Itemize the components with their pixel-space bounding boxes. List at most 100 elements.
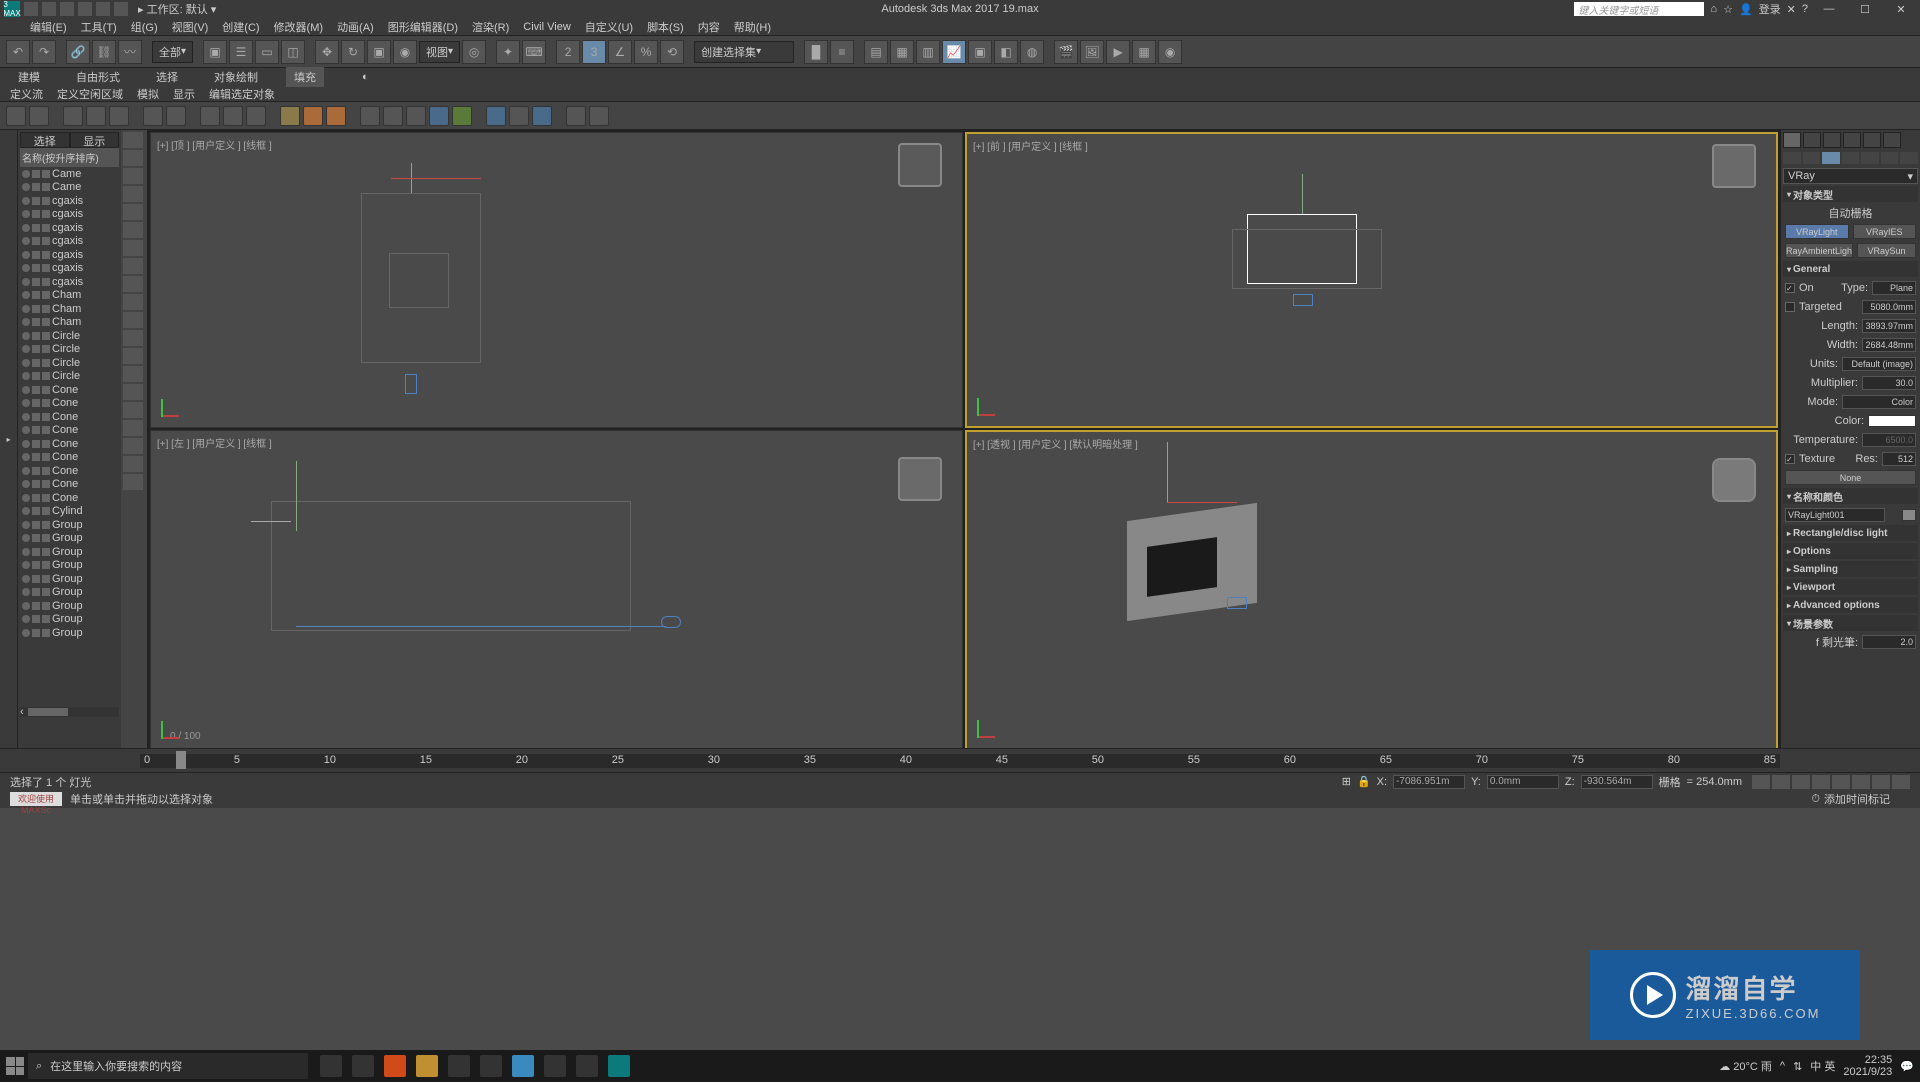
scene-tool-icon[interactable] xyxy=(123,294,143,310)
menu-content[interactable]: 内容 xyxy=(698,19,720,35)
viewport-label[interactable]: [+] [前 ] [用户定义 ] [线框 ] xyxy=(973,138,1088,153)
menu-civilview[interactable]: Civil View xyxy=(523,21,570,33)
helpers-subtab-icon[interactable] xyxy=(1861,152,1879,164)
texture-none-button[interactable]: None xyxy=(1785,470,1916,485)
st-icon-2[interactable] xyxy=(29,106,49,126)
st-icon-17[interactable] xyxy=(429,106,449,126)
scene-item[interactable]: Group xyxy=(20,545,119,559)
scene-item[interactable]: Cham xyxy=(20,289,119,303)
scene-item[interactable]: Cone xyxy=(20,437,119,451)
viewcube-icon[interactable] xyxy=(898,143,942,187)
scene-item[interactable]: Cone xyxy=(20,451,119,465)
app-icon[interactable]: 3 MAX xyxy=(4,1,20,17)
viewport-front[interactable]: [+] [前 ] [用户定义 ] [线框 ] xyxy=(965,132,1778,428)
vrayies-button[interactable]: VRayIES xyxy=(1853,224,1917,239)
menu-customize[interactable]: 自定义(U) xyxy=(585,19,633,35)
viewcube-icon[interactable] xyxy=(1712,144,1756,188)
section-scene-param[interactable]: 场景参数 xyxy=(1783,615,1918,631)
scene-item[interactable]: Cone xyxy=(20,478,119,492)
category-dropdown[interactable]: VRay▾ xyxy=(1783,168,1918,184)
selection-filter[interactable]: 全部 ▾ xyxy=(152,41,193,63)
infocenter-icon[interactable]: ⌂ xyxy=(1710,3,1717,15)
st-icon-22[interactable] xyxy=(566,106,586,126)
nav-icon[interactable] xyxy=(1892,775,1910,789)
move-icon[interactable]: ✥ xyxy=(315,40,339,64)
menu-rendering[interactable]: 渲染(R) xyxy=(472,19,509,35)
texture-checkbox[interactable] xyxy=(1785,454,1795,464)
viewport-perspective[interactable]: [+] [透视 ] [用户定义 ] [默认明暗处理 ] xyxy=(965,430,1778,750)
scale-icon[interactable]: ▣ xyxy=(367,40,391,64)
st-icon-7[interactable] xyxy=(166,106,186,126)
menu-edit[interactable]: 编辑(E) xyxy=(30,19,67,35)
schematic-icon[interactable]: ◧ xyxy=(994,40,1018,64)
scene-item[interactable]: cgaxis xyxy=(20,235,119,249)
ribbon-sub-simulate[interactable]: 模拟 xyxy=(137,86,159,102)
st-icon-21[interactable] xyxy=(532,106,552,126)
halflen-value[interactable]: 2.0 xyxy=(1862,635,1916,649)
scene-item[interactable]: Circle xyxy=(20,329,119,343)
workspace-selector[interactable]: ▸ 工作区: 默认 ▾ xyxy=(138,1,216,17)
scene-item[interactable]: Came xyxy=(20,167,119,181)
spacewarps-subtab-icon[interactable] xyxy=(1881,152,1899,164)
ribbon-tab-populate[interactable]: 填充 xyxy=(286,67,324,87)
st-icon-18[interactable] xyxy=(452,106,472,126)
scene-item[interactable]: Cone xyxy=(20,383,119,397)
scene-item[interactable]: Group xyxy=(20,572,119,586)
add-time-tag[interactable]: 添加时间标记 xyxy=(1824,791,1890,807)
menu-help[interactable]: 帮助(H) xyxy=(734,19,771,35)
bind-spacewarp-icon[interactable]: 〰 xyxy=(118,40,142,64)
scene-tool-icon[interactable] xyxy=(123,420,143,436)
st-icon-20[interactable] xyxy=(509,106,529,126)
notification-icon[interactable]: 💬 xyxy=(1900,1060,1914,1073)
st-icon-1[interactable] xyxy=(6,106,26,126)
help-search-input[interactable]: 键入关键字或短语 xyxy=(1574,2,1704,16)
weather-widget[interactable]: ☁ 20°C 雨 xyxy=(1719,1058,1772,1074)
close-button[interactable]: ✕ xyxy=(1886,1,1916,17)
st-icon-14[interactable] xyxy=(360,106,380,126)
scene-item[interactable]: Cone xyxy=(20,410,119,424)
tray-chevron-icon[interactable]: ^ xyxy=(1780,1060,1785,1072)
named-selection-sets[interactable]: 创建选择集 ▾ xyxy=(694,41,794,63)
timeline[interactable]: 0 / 100 05101520253035404550556065707580… xyxy=(0,748,1920,772)
scene-item[interactable]: Circle xyxy=(20,356,119,370)
left-expand-strip[interactable]: ▸ xyxy=(0,130,18,748)
scene-item[interactable]: Group xyxy=(20,559,119,573)
placement-icon[interactable]: ◉ xyxy=(393,40,417,64)
modify-tab-icon[interactable] xyxy=(1803,132,1821,148)
snap-2d-icon[interactable]: 2 xyxy=(556,40,580,64)
app-icon[interactable] xyxy=(448,1055,470,1077)
nav-icon[interactable] xyxy=(1792,775,1810,789)
width-value[interactable]: 2684.48mm xyxy=(1862,338,1916,352)
scene-item[interactable]: Cone xyxy=(20,424,119,438)
display-tab-icon[interactable] xyxy=(1863,132,1881,148)
scene-tool-icon[interactable] xyxy=(123,222,143,238)
systems-subtab-icon[interactable] xyxy=(1900,152,1918,164)
star-icon[interactable]: ☆ xyxy=(1723,3,1733,16)
cortana-icon[interactable] xyxy=(352,1055,374,1077)
scene-item[interactable]: Cone xyxy=(20,464,119,478)
layer-icon[interactable]: ▤ xyxy=(864,40,888,64)
section-rectangle[interactable]: Rectangle/disc light xyxy=(1783,525,1918,541)
geometry-subtab-icon[interactable] xyxy=(1783,152,1801,164)
scene-item[interactable]: cgaxis xyxy=(20,194,119,208)
lock-icon[interactable]: 🔒 xyxy=(1357,775,1371,788)
scene-tool-icon[interactable] xyxy=(123,456,143,472)
scene-tool-icon[interactable] xyxy=(123,150,143,166)
menu-modifiers[interactable]: 修改器(M) xyxy=(274,19,324,35)
render-frame-icon[interactable]: 🖼 xyxy=(1080,40,1104,64)
spinner-snap-icon[interactable]: ⟲ xyxy=(660,40,684,64)
scene-item[interactable]: Circle xyxy=(20,343,119,357)
login-label[interactable]: 登录 xyxy=(1759,1,1781,17)
3dsmax-taskbar-icon[interactable] xyxy=(608,1055,630,1077)
vraysun-button[interactable]: VRaySun xyxy=(1857,243,1916,258)
scene-item[interactable]: Cylind xyxy=(20,505,119,519)
rect-select-icon[interactable]: ▭ xyxy=(255,40,279,64)
scene-tool-icon[interactable] xyxy=(123,276,143,292)
scene-tool-icon[interactable] xyxy=(123,474,143,490)
y-coord-input[interactable] xyxy=(1487,775,1559,789)
scene-item[interactable]: Group xyxy=(20,613,119,627)
scene-tool-icon[interactable] xyxy=(123,438,143,454)
ribbon-sub-flow[interactable]: 定义流 xyxy=(10,86,43,102)
section-options[interactable]: Options xyxy=(1783,543,1918,559)
viewport-label[interactable]: [+] [顶 ] [用户定义 ] [线框 ] xyxy=(157,137,272,152)
